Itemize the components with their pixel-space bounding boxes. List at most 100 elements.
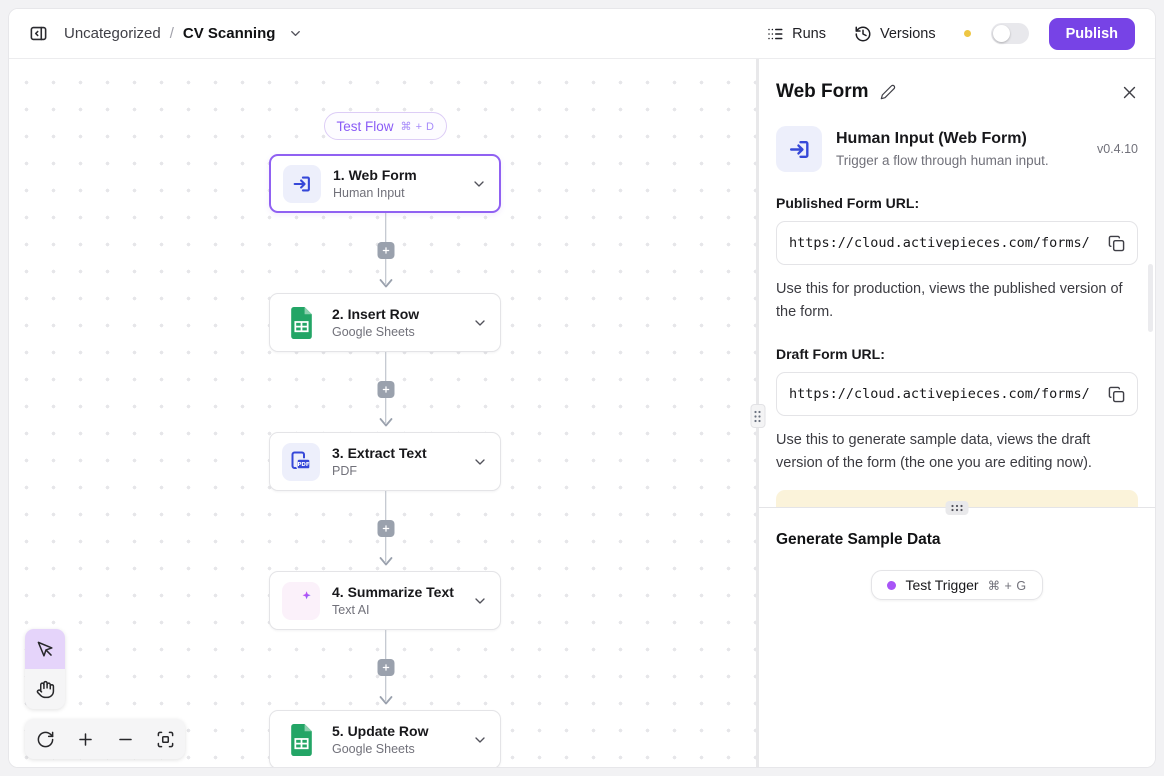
draft-url-help: Use this to generate sample data, views … (776, 429, 1138, 474)
flow-node-insert-row[interactable]: 2. Insert Row Google Sheets (269, 293, 501, 352)
panel-title: Web Form (776, 81, 869, 103)
plus-icon (381, 524, 390, 533)
generate-sample-data-title: Generate Sample Data (776, 531, 1138, 549)
node-title: 1. Web Form (333, 167, 417, 183)
test-trigger-button[interactable]: Test Trigger ⌘ + G (871, 570, 1042, 600)
publish-button[interactable]: Publish (1049, 18, 1135, 50)
node-subtitle: Text AI (332, 603, 454, 617)
node-text: 3. Extract Text PDF (332, 445, 427, 478)
flow-node-web-form[interactable]: 1. Web Form Human Input (269, 154, 501, 213)
zoom-in-button[interactable] (65, 719, 105, 759)
node-text: 5. Update Row Google Sheets (332, 723, 428, 756)
close-panel-button[interactable] (1121, 84, 1138, 101)
versions-button[interactable]: Versions (854, 25, 936, 43)
chevron-down-icon (472, 732, 488, 748)
sidebar-toggle-button[interactable] (29, 24, 48, 43)
breadcrumb-flow-name: CV Scanning (183, 25, 276, 42)
piece-description: Trigger a flow through human input. (836, 153, 1049, 168)
pencil-icon (880, 84, 896, 100)
node-text: 2. Insert Row Google Sheets (332, 306, 419, 339)
pdf-icon: PDF (282, 443, 320, 481)
piece-version: v0.4.10 (1097, 142, 1138, 156)
breadcrumb: Uncategorized / CV Scanning (64, 25, 303, 42)
copy-icon (1108, 235, 1125, 252)
connector (376, 213, 395, 293)
arrow-down-icon (379, 557, 392, 566)
node-menu-button[interactable] (472, 593, 488, 609)
node-menu-button[interactable] (472, 454, 488, 470)
node-title: 3. Extract Text (332, 445, 427, 461)
flow-enabled-toggle[interactable] (991, 23, 1029, 44)
panel-resizer[interactable] (756, 59, 759, 767)
pan-mode-button[interactable] (25, 669, 65, 709)
chevron-down-icon (471, 176, 487, 192)
text-ai-icon (282, 582, 320, 620)
human-input-icon (776, 126, 822, 172)
test-trigger-label: Test Trigger (905, 577, 978, 593)
runs-button[interactable]: Runs (766, 25, 826, 43)
flow-node-extract-text[interactable]: PDF 3. Extract Text PDF (269, 432, 501, 491)
connector (376, 630, 395, 710)
chevron-down-icon (472, 315, 488, 331)
step-settings-panel: Web Form (759, 59, 1155, 767)
reset-view-button[interactable] (25, 719, 65, 759)
add-step-button[interactable] (377, 659, 394, 676)
node-menu-button[interactable] (472, 732, 488, 748)
arrow-down-icon (379, 696, 392, 705)
generate-sample-data-section: Generate Sample Data Test Trigger ⌘ + G (759, 508, 1155, 767)
add-step-button[interactable] (377, 381, 394, 398)
flow-node-update-row[interactable]: 5. Update Row Google Sheets (269, 710, 501, 767)
flow-menu-button[interactable] (288, 26, 303, 41)
chevron-down-icon (288, 26, 303, 41)
published-url-field[interactable]: https://cloud.activepieces.com/forms/ (776, 221, 1138, 265)
test-flow-button[interactable]: Test Flow ⌘ + D (324, 112, 447, 140)
plus-icon (381, 663, 390, 672)
published-url-help: Use this for production, views the publi… (776, 278, 1138, 323)
svg-text:PDF: PDF (297, 462, 309, 468)
section-resizer[interactable] (759, 507, 1155, 508)
copy-draft-url-button[interactable] (1108, 386, 1125, 403)
piece-text: Human Input (Web Form) Trigger a flow th… (836, 130, 1049, 168)
add-step-button[interactable] (377, 520, 394, 537)
section-resizer-grip[interactable] (946, 501, 969, 515)
flow-canvas[interactable]: Test Flow ⌘ + D 1. Web Form Human Input (9, 59, 756, 767)
top-bar: Uncategorized / CV Scanning Runs (9, 9, 1155, 59)
panel-scroll-area: Web Form (759, 59, 1155, 507)
zoom-out-button[interactable] (105, 719, 145, 759)
select-mode-button[interactable] (25, 629, 65, 669)
panel-scrollbar-thumb[interactable] (1148, 264, 1153, 332)
node-title: 2. Insert Row (332, 306, 419, 322)
unsaved-changes-dot (964, 30, 971, 37)
toggle-knob (993, 25, 1010, 42)
connector (376, 352, 395, 432)
piece-name: Human Input (Web Form) (836, 130, 1049, 148)
google-sheets-icon (282, 721, 320, 759)
test-flow-shortcut: ⌘ + D (401, 120, 435, 133)
copy-published-url-button[interactable] (1108, 235, 1125, 252)
versions-label: Versions (880, 26, 936, 42)
logs-icon (766, 25, 784, 43)
draft-url-field[interactable]: https://cloud.activepieces.com/forms/ (776, 372, 1138, 416)
node-title: 5. Update Row (332, 723, 428, 739)
flow-node-summarize-text[interactable]: 4. Summarize Text Text AI (269, 571, 501, 630)
grip-dots-icon (951, 504, 964, 512)
test-trigger-shortcut: ⌘ + G (988, 578, 1027, 593)
breadcrumb-folder[interactable]: Uncategorized (64, 25, 161, 42)
rename-step-button[interactable] (880, 84, 896, 100)
breadcrumb-separator: / (170, 25, 174, 42)
fit-view-icon (156, 730, 175, 749)
chevron-down-icon (472, 593, 488, 609)
draft-url-value: https://cloud.activepieces.com/forms/ (789, 386, 1100, 402)
chevron-down-icon (472, 454, 488, 470)
panel-resizer-grip[interactable] (750, 404, 765, 428)
published-url-label: Published Form URL: (776, 195, 1138, 211)
add-step-button[interactable] (377, 242, 394, 259)
fit-view-button[interactable] (145, 719, 185, 759)
canvas-zoom-toolbar (25, 719, 185, 759)
piece-info: Human Input (Web Form) Trigger a flow th… (776, 126, 1138, 172)
node-subtitle: Google Sheets (332, 742, 428, 756)
node-menu-button[interactable] (472, 315, 488, 331)
node-menu-button[interactable] (471, 176, 487, 192)
grip-dots-icon (754, 410, 762, 423)
arrow-down-icon (379, 279, 392, 288)
